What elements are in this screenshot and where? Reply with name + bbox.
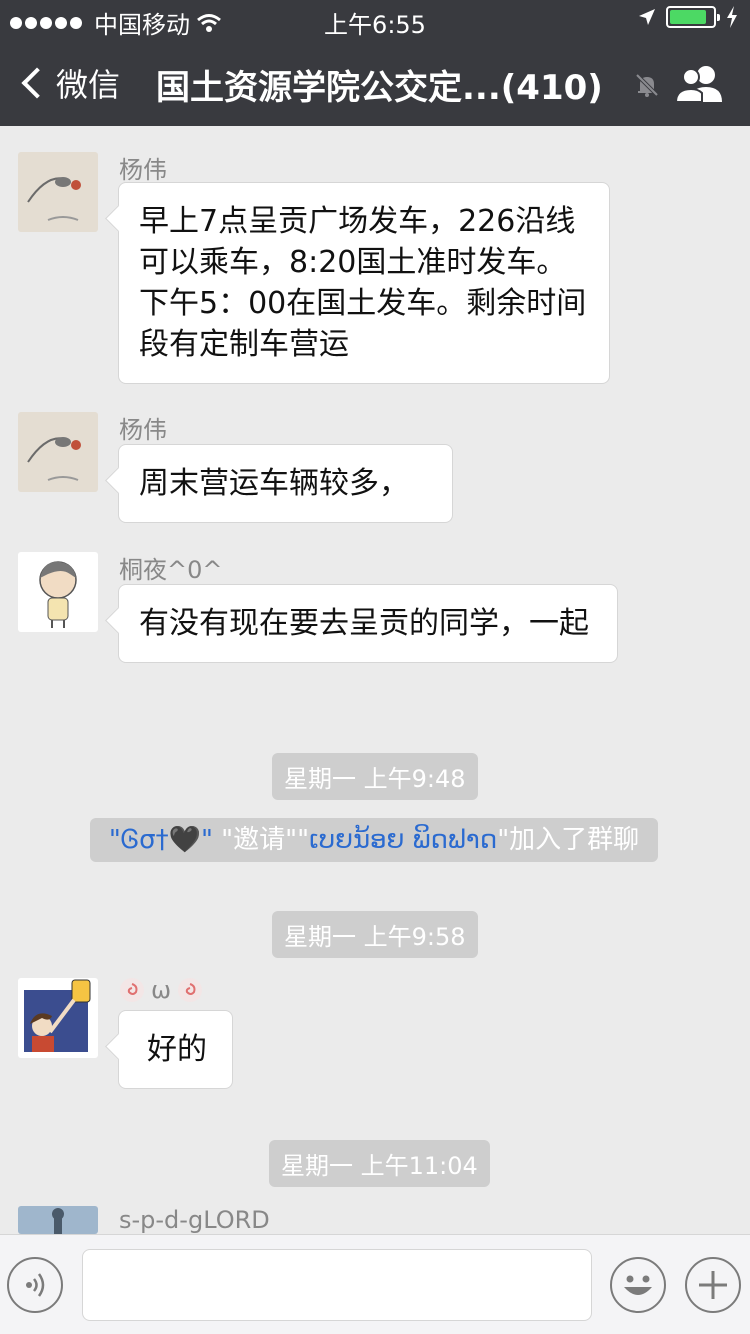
message-bubble[interactable]: 好的 bbox=[118, 1010, 233, 1089]
sender-name-text: ω bbox=[151, 976, 172, 1004]
group-members-icon[interactable] bbox=[676, 64, 724, 104]
sender-name: 桐夜^0^ bbox=[119, 556, 223, 584]
swirl-emoji-icon bbox=[178, 978, 203, 1002]
smiley-icon bbox=[624, 1275, 652, 1295]
avatar[interactable] bbox=[18, 412, 98, 492]
navigation-bar: 微信 国土资源学院公交定...(410) bbox=[0, 40, 750, 126]
message-bubble[interactable]: 有没有现在要去呈贡的同学，一起 bbox=[118, 584, 618, 663]
mute-bell-icon bbox=[635, 73, 659, 97]
invitee-name[interactable]: ເບຍນ້ອຍ ພິດຟາດ bbox=[309, 825, 497, 855]
battery-icon bbox=[666, 6, 720, 28]
sender-name: s-p-d-gLORD bbox=[119, 1206, 270, 1234]
status-bar: 中国移动 上午6:55 bbox=[0, 0, 750, 40]
message-bubble[interactable]: 早上7点呈贡广场发车，226沿线可以乘车，8:20国土准时发车。下午5：00在国… bbox=[118, 182, 610, 384]
more-button[interactable] bbox=[685, 1257, 741, 1313]
top-bar: 中国移动 上午6:55 微信 国土资源学院公交定...(410) bbox=[0, 0, 750, 126]
location-arrow-icon bbox=[639, 9, 655, 25]
voice-toggle-button[interactable] bbox=[7, 1257, 63, 1313]
message-bubble[interactable]: 周末营运车辆较多， bbox=[118, 444, 453, 523]
chevron-left-icon bbox=[21, 67, 53, 99]
back-button[interactable]: 微信 bbox=[16, 60, 120, 106]
timestamp: 星期一 上午9:58 bbox=[272, 911, 478, 958]
charging-bolt-icon bbox=[727, 6, 737, 28]
message-input[interactable] bbox=[82, 1249, 592, 1321]
chat-title: 国土资源学院公交定...(410) bbox=[156, 68, 603, 108]
avatar[interactable] bbox=[18, 978, 98, 1058]
timestamp: 星期一 上午9:48 bbox=[272, 753, 478, 800]
join-text: "加入了群聊 bbox=[497, 825, 640, 855]
avatar[interactable] bbox=[18, 552, 98, 632]
avatar-image bbox=[18, 978, 98, 1058]
message-list[interactable]: 杨伟 早上7点呈贡广场发车，226沿线可以乘车，8:20国土准时发车。下午5：0… bbox=[0, 126, 750, 1234]
avatar-image bbox=[18, 152, 98, 232]
avatar-image bbox=[18, 1206, 98, 1234]
avatar-image bbox=[18, 552, 98, 632]
plus-icon bbox=[699, 1271, 727, 1299]
invite-verb: "邀请" bbox=[212, 825, 298, 855]
sender-name: 杨伟 bbox=[119, 156, 167, 184]
inviter-name[interactable]: "Ꮆσ†🖤" bbox=[109, 825, 213, 855]
battery-fill bbox=[670, 10, 706, 24]
back-label: 微信 bbox=[56, 66, 121, 104]
avatar-image bbox=[18, 412, 98, 492]
swirl-emoji-icon bbox=[120, 978, 144, 1002]
sender-name: 杨伟 bbox=[119, 416, 167, 444]
timestamp: 星期一 上午11:04 bbox=[269, 1140, 490, 1187]
quote-mark: " bbox=[297, 825, 310, 855]
input-toolbar bbox=[0, 1234, 750, 1334]
system-message: "Ꮆσ†🖤" "邀请""ເບຍນ້ອຍ ພິດຟາດ"加入了群聊 bbox=[90, 818, 658, 862]
sender-name: ω bbox=[119, 976, 203, 1004]
avatar[interactable] bbox=[18, 1206, 98, 1234]
voice-icon bbox=[26, 1273, 45, 1297]
avatar[interactable] bbox=[18, 152, 98, 232]
emoji-button[interactable] bbox=[610, 1257, 666, 1313]
